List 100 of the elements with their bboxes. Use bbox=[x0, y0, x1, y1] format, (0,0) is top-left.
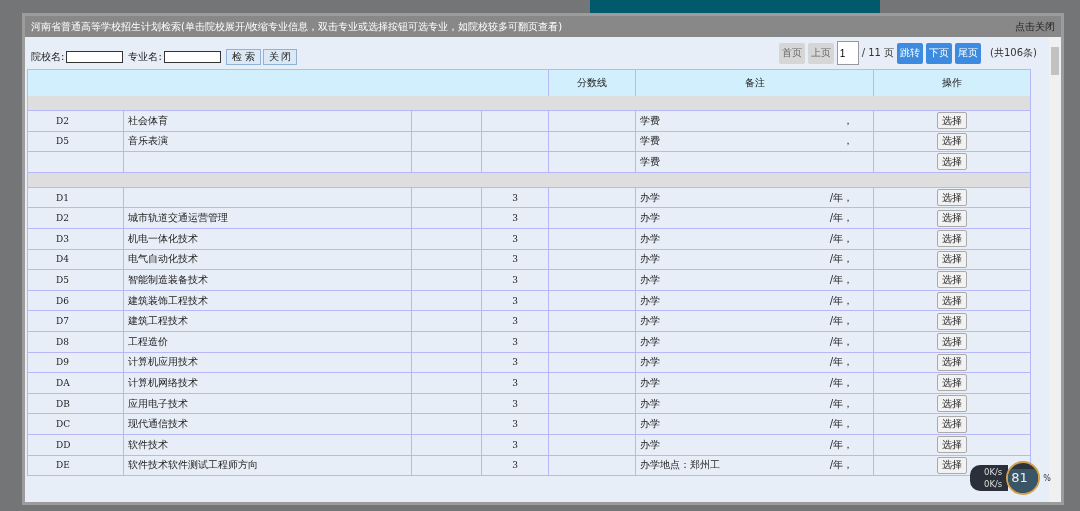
remark-text: 办学地点：郑州工 bbox=[640, 458, 720, 473]
major-name: 电气自动化技术 bbox=[128, 252, 198, 267]
plan-count: 3 bbox=[512, 192, 518, 203]
field-label: 院校名: bbox=[31, 50, 65, 64]
plan-count: 3 bbox=[512, 336, 518, 347]
pager-button[interactable]: 跳转 bbox=[897, 42, 924, 64]
remark-text: 办学 bbox=[640, 375, 660, 390]
remark-text: 办学 bbox=[640, 417, 660, 432]
upload-speed: 0K/s bbox=[984, 467, 1003, 477]
remark-text: 办学 bbox=[640, 355, 660, 370]
remark-text: /年， bbox=[829, 458, 853, 473]
scrollbar[interactable] bbox=[1049, 37, 1061, 502]
field-label: 专业名: bbox=[128, 50, 162, 64]
search-bar-button[interactable]: 关 闭 bbox=[262, 49, 298, 65]
select-button[interactable]: 选择 bbox=[937, 153, 967, 171]
major-name: 音乐表演 bbox=[128, 134, 168, 149]
plan-count: 3 bbox=[512, 274, 518, 285]
select-button[interactable]: 选择 bbox=[937, 395, 967, 412]
remark-text: /年， bbox=[829, 437, 853, 452]
remark-text: 办学 bbox=[640, 437, 660, 452]
remark-text: /年， bbox=[829, 252, 853, 267]
select-button[interactable]: 选择 bbox=[937, 333, 967, 351]
major-name: 工程造价 bbox=[128, 334, 168, 349]
major-code: D5 bbox=[56, 136, 69, 147]
percent-sign: % bbox=[1043, 474, 1051, 483]
select-button[interactable]: 选择 bbox=[937, 436, 967, 454]
school-group-row[interactable] bbox=[28, 96, 1030, 111]
remark-text: 办学 bbox=[640, 334, 660, 349]
window-title: 河南省普通高等学校招生计划检索(单击院校展开/收缩专业信息，双击专业或选择按钮可选专业，如院校较多可翻页查看) bbox=[31, 19, 563, 34]
select-button[interactable]: 选择 bbox=[937, 374, 967, 392]
select-button[interactable]: 选择 bbox=[937, 209, 967, 227]
remark-text: /年， bbox=[829, 355, 853, 370]
select-button[interactable]: 选择 bbox=[937, 292, 967, 310]
select-button[interactable]: 选择 bbox=[937, 415, 967, 433]
major-name: 城市轨道交通运营管理 bbox=[128, 211, 228, 226]
plan-count: 3 bbox=[512, 419, 518, 430]
select-button[interactable]: 选择 bbox=[937, 132, 967, 150]
remark-text: /年， bbox=[829, 231, 853, 246]
major-name: 应用电子技术 bbox=[128, 396, 188, 411]
remark-text: /年， bbox=[829, 396, 853, 411]
select-button[interactable]: 选择 bbox=[937, 353, 967, 371]
download-speed: 0K/s bbox=[984, 479, 1003, 489]
select-button[interactable]: 选择 bbox=[937, 456, 967, 474]
major-code: DB bbox=[56, 398, 70, 409]
plan-count: 3 bbox=[512, 316, 518, 327]
major-name: 计算机网络技术 bbox=[128, 375, 198, 390]
remark-text: 办学 bbox=[640, 272, 660, 287]
pager-button[interactable]: 尾页 bbox=[955, 42, 982, 64]
remark-text: 办学 bbox=[640, 293, 660, 308]
remark-text: ， bbox=[843, 113, 853, 128]
major-name: 计算机应用技术 bbox=[128, 355, 198, 370]
select-button[interactable]: 选择 bbox=[937, 250, 967, 268]
select-button[interactable]: 选择 bbox=[937, 230, 967, 248]
major-name: 社会体育 bbox=[128, 113, 168, 128]
major-code: D8 bbox=[56, 336, 69, 347]
remark-text: ， bbox=[843, 134, 853, 149]
major-code: D4 bbox=[56, 254, 69, 265]
remark-text: /年， bbox=[829, 211, 853, 226]
major-name: 机电一体化技术 bbox=[128, 231, 198, 246]
remark-text: /年， bbox=[829, 314, 853, 329]
usage-percent: 81 bbox=[1011, 470, 1028, 485]
input-field[interactable] bbox=[163, 51, 221, 63]
remark-text: /年， bbox=[829, 375, 853, 390]
input-field[interactable] bbox=[66, 51, 124, 63]
remark-text: /年， bbox=[829, 272, 853, 287]
major-code: DE bbox=[56, 460, 70, 471]
major-code: DC bbox=[56, 419, 71, 430]
remark-text: 办学 bbox=[640, 211, 660, 226]
major-code: D2 bbox=[56, 213, 69, 224]
select-button[interactable]: 选择 bbox=[937, 189, 967, 207]
plan-count: 3 bbox=[512, 295, 518, 306]
major-code: D3 bbox=[56, 233, 69, 244]
close-link[interactable]: 点击关闭 bbox=[1015, 19, 1055, 34]
select-button[interactable]: 选择 bbox=[937, 112, 967, 130]
plan-count: 3 bbox=[512, 357, 518, 368]
remark-text: 学费 bbox=[640, 113, 660, 128]
major-code: DD bbox=[56, 439, 71, 450]
remark-text: 学费 bbox=[640, 155, 660, 169]
major-code: D7 bbox=[56, 316, 69, 327]
scrollbar-thumb[interactable] bbox=[1051, 47, 1059, 75]
major-code: D5 bbox=[56, 274, 69, 285]
record-count: (共106条) bbox=[990, 46, 1037, 60]
major-name: 软件技术 bbox=[128, 437, 168, 452]
major-name: 软件技术软件测试工程师方向 bbox=[128, 458, 258, 473]
major-code: D1 bbox=[56, 192, 69, 203]
plan-count: 3 bbox=[512, 439, 518, 450]
remark-text: 办学 bbox=[640, 396, 660, 411]
select-button[interactable]: 选择 bbox=[937, 312, 967, 330]
major-code: D2 bbox=[56, 115, 69, 126]
remark-text: /年， bbox=[829, 334, 853, 349]
select-button[interactable]: 选择 bbox=[937, 271, 967, 289]
plan-count: 3 bbox=[512, 460, 518, 471]
plan-count: 3 bbox=[512, 233, 518, 244]
plan-count: 3 bbox=[512, 254, 518, 265]
search-bar-button[interactable]: 检 索 bbox=[225, 49, 261, 65]
page-input[interactable]: 1 bbox=[836, 41, 859, 65]
remark-text: 学费 bbox=[640, 134, 660, 149]
major-name: 智能制造装备技术 bbox=[128, 272, 208, 287]
pager-button[interactable]: 下页 bbox=[926, 42, 953, 64]
plan-count: 3 bbox=[512, 398, 518, 409]
